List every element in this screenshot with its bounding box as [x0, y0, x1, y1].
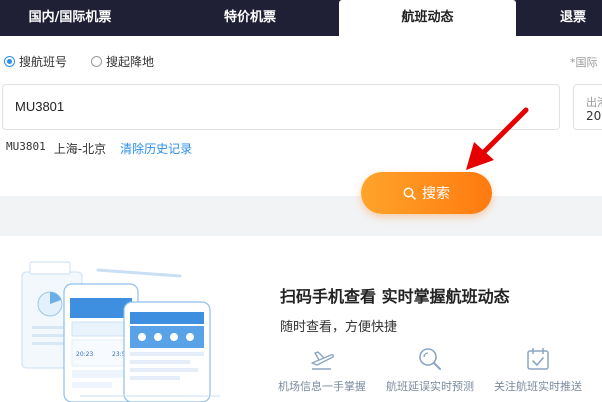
tab-flight-status[interactable]: 航班动态 — [339, 0, 516, 36]
clear-history-link[interactable]: 清除历史记录 — [120, 140, 192, 157]
feature-label: 关注航班实时推送 — [494, 380, 582, 393]
feature-airport-info: 机场信息一手掌握 — [262, 346, 382, 394]
history-flight-number[interactable]: MU3801 — [6, 140, 46, 157]
promo-title: 扫码手机查看 实时掌握航班动态 — [280, 287, 510, 306]
date-value: 202 — [586, 109, 602, 123]
calendar-check-icon — [527, 348, 549, 370]
radio-checked-icon — [4, 56, 15, 67]
red-arrow-annotation-icon — [466, 107, 529, 170]
search-icon — [403, 187, 416, 200]
radio-search-by-flight-number[interactable]: 搜航班号 — [4, 53, 67, 70]
feature-label: 机场信息一手掌握 — [278, 380, 366, 393]
magnifier-icon — [419, 348, 441, 370]
feature-label: 航班延误实时预测 — [386, 380, 474, 393]
search-button[interactable]: 搜索 — [361, 172, 492, 214]
radio-search-by-airports[interactable]: 搜起降地 — [91, 53, 154, 70]
tab-refund[interactable]: 退票 — [560, 0, 602, 36]
search-history: MU3801 上海-北京 清除历史记录 — [6, 140, 192, 157]
search-button-label: 搜索 — [422, 186, 450, 202]
phone-app-illustration: 20:23 23:57 — [21, 261, 220, 402]
feature-delay-prediction: 航班延误实时预测 — [370, 346, 490, 394]
radio-label: 搜起降地 — [106, 55, 155, 69]
promo-subtitle: 随时查看，方便快捷 — [280, 320, 398, 335]
date-label: 出港 — [586, 96, 602, 109]
feature-follow-flight: 关注航班实时推送 — [478, 346, 598, 394]
international-note: *国际 — [570, 56, 598, 69]
history-route[interactable]: 上海-北京 — [54, 140, 106, 157]
radio-label: 搜航班号 — [19, 55, 68, 69]
date-field[interactable]: 出港 202 — [573, 84, 602, 130]
section-divider — [0, 196, 602, 236]
plane-icon — [311, 351, 334, 370]
top-tab-bar: 国内/国际机票 特价机票 航班动态 退票 — [0, 0, 602, 36]
tab-domestic-intl-tickets[interactable]: 国内/国际机票 — [0, 0, 140, 36]
tab-special-tickets[interactable]: 特价机票 — [180, 0, 320, 36]
radio-unchecked-icon — [91, 56, 102, 67]
svg-text:20:23: 20:23 — [76, 351, 93, 358]
